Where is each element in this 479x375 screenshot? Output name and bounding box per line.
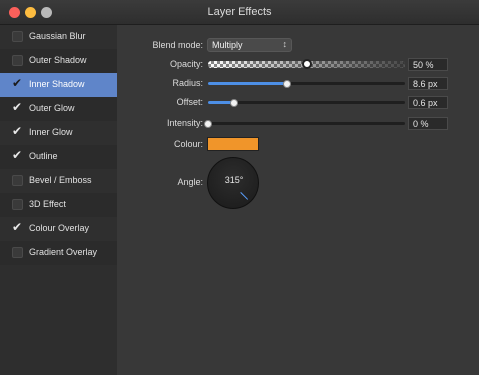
sidebar-item-bevel-emboss[interactable]: Bevel / Emboss <box>0 169 117 193</box>
bevel-emboss-checkbox[interactable] <box>12 175 23 186</box>
sidebar-item-label: Outer Shadow <box>29 55 87 65</box>
sidebar-item-label: Gradient Overlay <box>29 247 98 257</box>
effects-sidebar: Gaussian Blur Outer Shadow Inner Shadow … <box>0 25 117 375</box>
sidebar-item-gaussian-blur[interactable]: Gaussian Blur <box>0 25 117 49</box>
blend-mode-label: Blend mode: <box>152 40 203 50</box>
colour-swatch[interactable] <box>207 137 259 151</box>
intensity-slider[interactable] <box>208 122 405 125</box>
sidebar-item-colour-overlay[interactable]: Colour Overlay <box>0 217 117 241</box>
intensity-label: Intensity: <box>166 118 203 128</box>
radius-slider-fill <box>208 82 287 85</box>
sidebar-item-label: 3D Effect <box>29 199 66 209</box>
opacity-slider-knob[interactable] <box>301 59 312 69</box>
sidebar-item-label: Inner Shadow <box>29 79 85 89</box>
gradient-overlay-checkbox[interactable] <box>12 247 23 258</box>
3d-effect-checkbox[interactable] <box>12 199 23 210</box>
sidebar-item-label: Outline <box>29 151 58 161</box>
radius-slider[interactable] <box>208 82 405 85</box>
sidebar-item-label: Bevel / Emboss <box>29 175 92 185</box>
radius-field[interactable]: 8.6 px <box>408 77 448 90</box>
sidebar-item-label: Gaussian Blur <box>29 31 86 41</box>
title-bar: Layer Effects <box>0 0 479 25</box>
sidebar-item-outline[interactable]: Outline <box>0 145 117 169</box>
outer-shadow-checkbox[interactable] <box>12 55 23 66</box>
opacity-value: 50 % <box>413 60 434 70</box>
angle-dial[interactable]: 315° <box>207 157 259 209</box>
sidebar-item-label: Outer Glow <box>29 103 75 113</box>
window-title: Layer Effects <box>207 6 272 18</box>
blend-mode-value: Multiply <box>212 40 243 50</box>
radius-slider-knob[interactable] <box>282 80 291 88</box>
sidebar-item-label: Inner Glow <box>29 127 73 137</box>
opacity-field[interactable]: 50 % <box>408 58 448 71</box>
sidebar-item-3d-effect[interactable]: 3D Effect <box>0 193 117 217</box>
intensity-slider-knob[interactable] <box>204 120 212 128</box>
outline-checkbox[interactable] <box>12 148 23 162</box>
updown-chevron-icon: ↕ <box>282 39 288 49</box>
layer-effects-window: Layer Effects Gaussian Blur Outer Shadow… <box>0 0 479 375</box>
inner-glow-checkbox[interactable] <box>12 124 23 138</box>
angle-value: 315° <box>224 175 244 185</box>
offset-value: 0.6 px <box>413 98 438 108</box>
angle-dial-needle <box>240 192 249 200</box>
radius-value: 8.6 px <box>413 79 438 89</box>
angle-label: Angle: <box>177 177 203 187</box>
offset-field[interactable]: 0.6 px <box>408 96 448 109</box>
offset-label: Offset: <box>176 97 203 107</box>
sidebar-item-inner-shadow[interactable]: Inner Shadow <box>0 73 117 97</box>
sidebar-item-outer-shadow[interactable]: Outer Shadow <box>0 49 117 73</box>
colour-label: Colour: <box>173 139 203 149</box>
intensity-value: 0 % <box>413 119 429 129</box>
sidebar-item-outer-glow[interactable]: Outer Glow <box>0 97 117 121</box>
radius-label: Radius: <box>172 78 203 88</box>
sidebar-item-gradient-overlay[interactable]: Gradient Overlay <box>0 241 117 265</box>
offset-slider-knob[interactable] <box>229 99 238 107</box>
opacity-label: Opacity: <box>169 59 203 69</box>
blend-mode-select[interactable]: Multiply ↕ <box>207 38 292 52</box>
sidebar-item-label: Colour Overlay <box>29 223 90 233</box>
outer-glow-checkbox[interactable] <box>12 100 23 114</box>
gaussian-blur-checkbox[interactable] <box>12 31 23 42</box>
intensity-field[interactable]: 0 % <box>408 117 448 130</box>
colour-overlay-checkbox[interactable] <box>12 220 23 234</box>
inner-shadow-checkbox[interactable] <box>12 76 23 90</box>
sidebar-item-inner-glow[interactable]: Inner Glow <box>0 121 117 145</box>
